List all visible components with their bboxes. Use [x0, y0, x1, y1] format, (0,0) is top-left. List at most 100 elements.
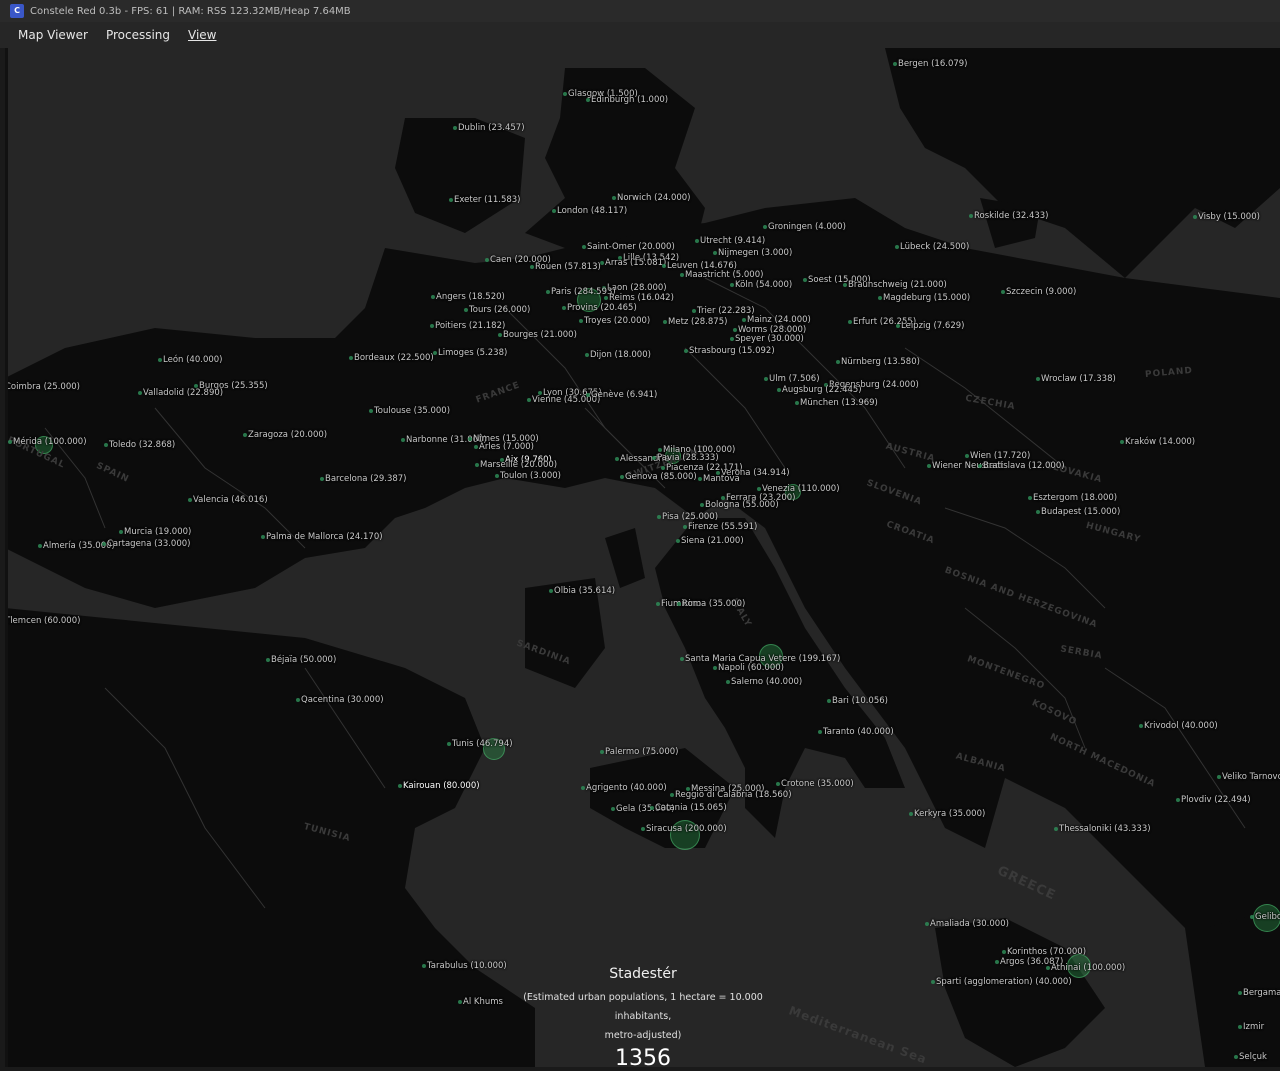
city-label[interactable]: Salerno (40.000)	[725, 677, 802, 687]
city-label[interactable]: Bari (10.056)	[827, 696, 888, 706]
city-label[interactable]: Reims (16.042)	[604, 293, 674, 303]
city-label[interactable]: Barcelona (29.387)	[320, 474, 407, 484]
map-viewport[interactable]: TUNISIA GREECE ALBANIA NORTH MACEDONIA S…	[5, 48, 1280, 1067]
city-label[interactable]: Groningen (4.000)	[763, 222, 846, 232]
city-label[interactable]: Napoli (60.000)	[713, 663, 784, 673]
city-label[interactable]: Strasbourg (15.092)	[684, 346, 775, 356]
city-label[interactable]: Toulouse (35.000)	[368, 406, 450, 416]
city-label[interactable]: Exeter (11.583)	[449, 195, 521, 205]
city-label[interactable]: Selçuk	[1234, 1052, 1267, 1062]
city-label[interactable]: Marseille (20.000)	[474, 460, 557, 470]
city-label[interactable]: Budapest (15.000)	[1035, 507, 1120, 517]
city-label[interactable]: Krivodol (40.000)	[1139, 721, 1218, 731]
city-label[interactable]: Béjaïa (50.000)	[265, 655, 336, 665]
city-label[interactable]: Pisa (25.000)	[656, 512, 718, 522]
city-label[interactable]: Arras (15.081)	[599, 258, 666, 268]
city-label[interactable]: Korinthos (70.000)	[1001, 947, 1086, 957]
city-label[interactable]: Troyes (20.000)	[578, 316, 650, 326]
city-label[interactable]: Siracusa (200.000)	[641, 824, 727, 834]
city-label[interactable]: Murcia (19.000)	[118, 527, 191, 537]
city-label[interactable]: Crotone (35.000)	[776, 779, 854, 789]
city-label[interactable]: Palermo (75.000)	[599, 747, 678, 757]
city-label[interactable]: Wien (17.720)	[964, 451, 1030, 461]
city-label[interactable]: Köln (54.000)	[729, 280, 792, 290]
city-label[interactable]: Kerkyra (35.000)	[908, 809, 985, 819]
menu-processing[interactable]: Processing	[97, 28, 179, 42]
city-label[interactable]: Gelibolu	[1250, 912, 1280, 922]
city-label[interactable]: Leipzig (7.629)	[895, 321, 964, 331]
city-label[interactable]: Kairouan (80.000)	[398, 781, 480, 791]
city-label[interactable]: Magdeburg (15.000)	[877, 293, 970, 303]
city-label[interactable]: Bergama	[1238, 988, 1280, 998]
city-label[interactable]: Nijmegen (3.000)	[712, 248, 792, 258]
city-label[interactable]: Cartagena (33.000)	[101, 539, 190, 549]
city-label[interactable]: Amaliada (30.000)	[925, 919, 1009, 929]
city-label[interactable]: Zaragoza (20.000)	[242, 430, 327, 440]
city-label[interactable]: Esztergom (18.000)	[1027, 493, 1117, 503]
menu-view[interactable]: View	[179, 28, 225, 42]
city-label[interactable]: Taranto (40.000)	[818, 727, 894, 737]
city-label[interactable]: Genève (6.941)	[585, 390, 657, 400]
city-label[interactable]: Veliko Tarnovo	[1217, 772, 1280, 782]
city-label[interactable]: Lübeck (24.500)	[894, 242, 969, 252]
city-label[interactable]: Dijon (18.000)	[585, 350, 651, 360]
city-label[interactable]: Bourges (21.000)	[498, 330, 577, 340]
city-label[interactable]: Mantova	[698, 474, 740, 484]
city-label[interactable]: Toulon (3.000)	[495, 471, 561, 481]
city-label[interactable]: Trier (22.283)	[692, 306, 755, 316]
city-label[interactable]: Tarabulus (10.000)	[422, 961, 507, 971]
city-label[interactable]: Athinai (100.000)	[1045, 963, 1125, 973]
city-label[interactable]: Genova (85.000)	[620, 472, 697, 482]
city-label[interactable]: Valencia (46.016)	[188, 495, 268, 505]
city-label[interactable]: León (40.000)	[157, 355, 222, 365]
city-label[interactable]: Izmir	[1237, 1022, 1264, 1032]
menu-map-viewer[interactable]: Map Viewer	[9, 28, 97, 42]
city-label[interactable]: Tlemcen (60.000)	[5, 616, 80, 626]
city-label[interactable]: Firenze (55.591)	[682, 522, 757, 532]
city-label[interactable]: London (48.117)	[551, 206, 627, 216]
city-label[interactable]: Augsburg (22.445)	[777, 385, 862, 395]
city-label[interactable]: Nürnberg (13.580)	[836, 357, 920, 367]
city-label[interactable]: Catania (15.065)	[650, 803, 727, 813]
city-label[interactable]: Visby (15.000)	[1193, 212, 1260, 222]
city-label[interactable]: Bratislava (12.000)	[978, 461, 1065, 471]
city-label[interactable]: Bergen (16.079)	[893, 59, 968, 69]
city-label[interactable]: Arles (7.000)	[474, 442, 534, 452]
city-label[interactable]: Palma de Mallorca (24.170)	[261, 532, 383, 542]
city-label[interactable]: Bordeaux (22.500)	[349, 353, 434, 363]
city-label[interactable]: Ulm (7.506)	[764, 374, 820, 384]
city-label[interactable]: Maastricht (5.000)	[679, 270, 763, 280]
city-label[interactable]: Szczecin (9.000)	[1000, 287, 1076, 297]
city-label[interactable]: Tours (26.000)	[463, 305, 530, 315]
city-label[interactable]: Olbia (35.614)	[548, 586, 615, 596]
city-label[interactable]: Saint-Omer (20.000)	[582, 242, 675, 252]
city-label[interactable]: Speyer (30.000)	[730, 334, 804, 344]
city-label[interactable]: Bologna (55.000)	[700, 500, 779, 510]
city-label[interactable]: Roma (35.000)	[676, 599, 745, 609]
city-label[interactable]: Mainz (24.000)	[742, 315, 811, 325]
city-label[interactable]: Mérida (100.000)	[8, 437, 87, 447]
city-label[interactable]: Norwich (24.000)	[612, 193, 691, 203]
city-label[interactable]: Plovdiv (22.494)	[1176, 795, 1251, 805]
city-label[interactable]: Al Khums	[458, 997, 503, 1007]
city-label[interactable]: Thessaloniki (43.333)	[1054, 824, 1151, 834]
city-label[interactable]: Poitiers (21.182)	[429, 321, 505, 331]
city-label[interactable]: Tunis (46.794)	[447, 739, 513, 749]
city-label[interactable]: Wroclaw (17.338)	[1036, 374, 1116, 384]
city-label[interactable]: Kraków (14.000)	[1119, 437, 1195, 447]
city-label[interactable]: Dublin (23.457)	[453, 123, 525, 133]
city-label[interactable]: Agrigento (40.000)	[581, 783, 667, 793]
city-label[interactable]: Valladolid (22.890)	[137, 388, 223, 398]
city-label[interactable]: Roskilde (32.433)	[969, 211, 1049, 221]
city-label[interactable]: Utrecht (9.414)	[694, 236, 765, 246]
city-label[interactable]: Angers (18.520)	[431, 292, 505, 302]
city-label[interactable]: Edinburgh (1.000)	[585, 95, 668, 105]
city-label[interactable]: Qacentina (30.000)	[296, 695, 384, 705]
city-label[interactable]: Sparti (agglomeration) (40.000)	[931, 977, 1072, 987]
city-label[interactable]: Coimbra (25.000)	[5, 382, 80, 392]
city-label[interactable]: Metz (28.875)	[662, 317, 727, 327]
city-label[interactable]: Provins (20.465)	[562, 303, 637, 313]
city-label[interactable]: Braunschweig (21.000)	[843, 280, 947, 290]
city-label[interactable]: Toledo (32.868)	[103, 440, 175, 450]
city-label[interactable]: Rouen (57.813)	[530, 262, 601, 272]
